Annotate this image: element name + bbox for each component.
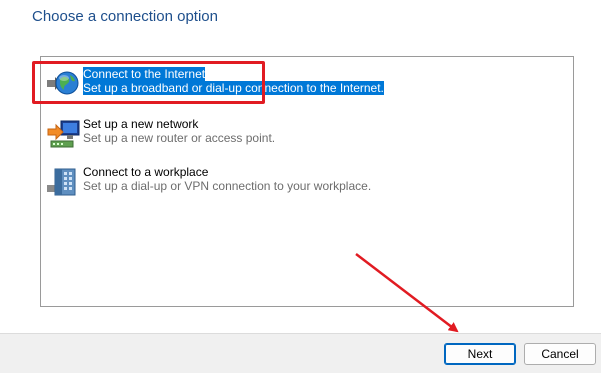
- option-title: Connect to a workplace: [83, 165, 209, 179]
- option-description: Set up a dial-up or VPN connection to yo…: [83, 179, 372, 193]
- next-button[interactable]: Next: [444, 343, 516, 365]
- workplace-building-icon: [45, 165, 81, 199]
- option-new-network[interactable]: Set up a new network Set up a new router…: [45, 117, 275, 153]
- option-description: Set up a new router or access point.: [83, 131, 276, 145]
- page-title: Choose a connection option: [32, 8, 218, 25]
- option-connect-workplace[interactable]: Connect to a workplace Set up a dial-up …: [45, 165, 371, 201]
- cancel-button[interactable]: Cancel: [524, 343, 596, 365]
- annotation-highlight-box: [32, 61, 265, 104]
- option-title: Set up a new network: [83, 117, 199, 131]
- router-setup-icon: [45, 117, 81, 151]
